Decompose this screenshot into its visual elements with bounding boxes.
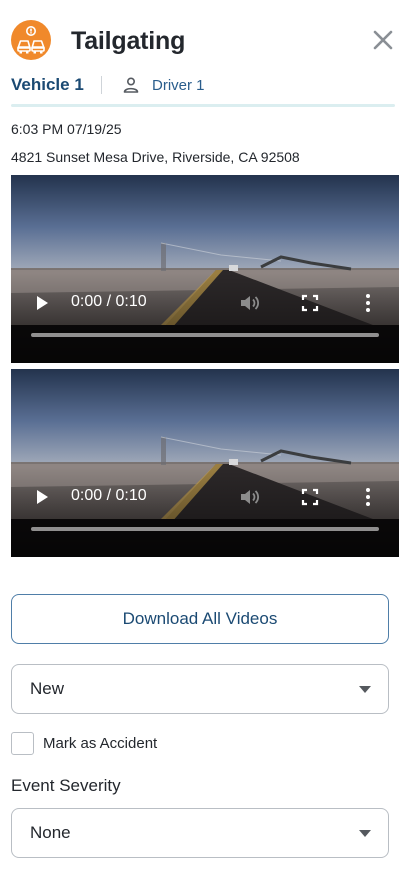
volume-icon[interactable] <box>238 292 260 314</box>
download-all-videos-button[interactable]: Download All Videos <box>11 594 389 644</box>
mark-as-accident-row[interactable]: Mark as Accident <box>11 732 261 756</box>
panel-header: Tailgating <box>11 19 398 63</box>
volume-icon[interactable] <box>238 486 260 508</box>
status-select[interactable]: New <box>11 664 389 714</box>
chevron-down-icon <box>359 830 371 837</box>
video-player[interactable]: 0:00 / 0:10 <box>11 369 399 557</box>
video-time: 0:00 / 0:10 <box>71 487 147 504</box>
video-player[interactable]: 0:00 / 0:10 <box>11 175 399 363</box>
event-timestamp: 6:03 PM 07/19/25 <box>11 121 122 137</box>
play-icon[interactable] <box>33 294 51 312</box>
video-seek-bar[interactable] <box>31 333 379 337</box>
chevron-down-icon <box>359 686 371 693</box>
tab-divider <box>101 76 102 94</box>
video-control-scrim <box>11 467 399 557</box>
video-control-scrim <box>11 273 399 363</box>
tab-vehicle[interactable]: Vehicle 1 <box>11 75 84 95</box>
mark-as-accident-checkbox[interactable] <box>11 732 34 755</box>
more-options-icon[interactable] <box>363 292 373 314</box>
event-severity-select-value: None <box>30 823 71 842</box>
event-title: Tailgating <box>71 27 186 55</box>
fullscreen-icon[interactable] <box>301 294 319 312</box>
video-time: 0:00 / 0:10 <box>71 293 147 310</box>
close-icon <box>373 30 393 50</box>
event-address: 4821 Sunset Mesa Drive, Riverside, CA 92… <box>11 149 300 165</box>
tailgating-cars-icon <box>11 20 51 60</box>
more-options-icon[interactable] <box>363 486 373 508</box>
video-seek-bar[interactable] <box>31 527 379 531</box>
event-severity-select[interactable]: None <box>11 808 389 858</box>
fullscreen-icon[interactable] <box>301 488 319 506</box>
play-icon[interactable] <box>33 488 51 506</box>
tab-driver[interactable]: Driver 1 <box>152 77 205 94</box>
status-select-value: New <box>30 679 65 698</box>
tab-underline <box>11 104 395 107</box>
entity-tabs: Vehicle 1 Driver 1 <box>11 73 395 107</box>
close-button[interactable] <box>370 27 396 53</box>
event-severity-label: Event Severity <box>11 776 121 795</box>
mark-as-accident-label: Mark as Accident <box>43 735 158 752</box>
person-icon <box>123 77 139 93</box>
